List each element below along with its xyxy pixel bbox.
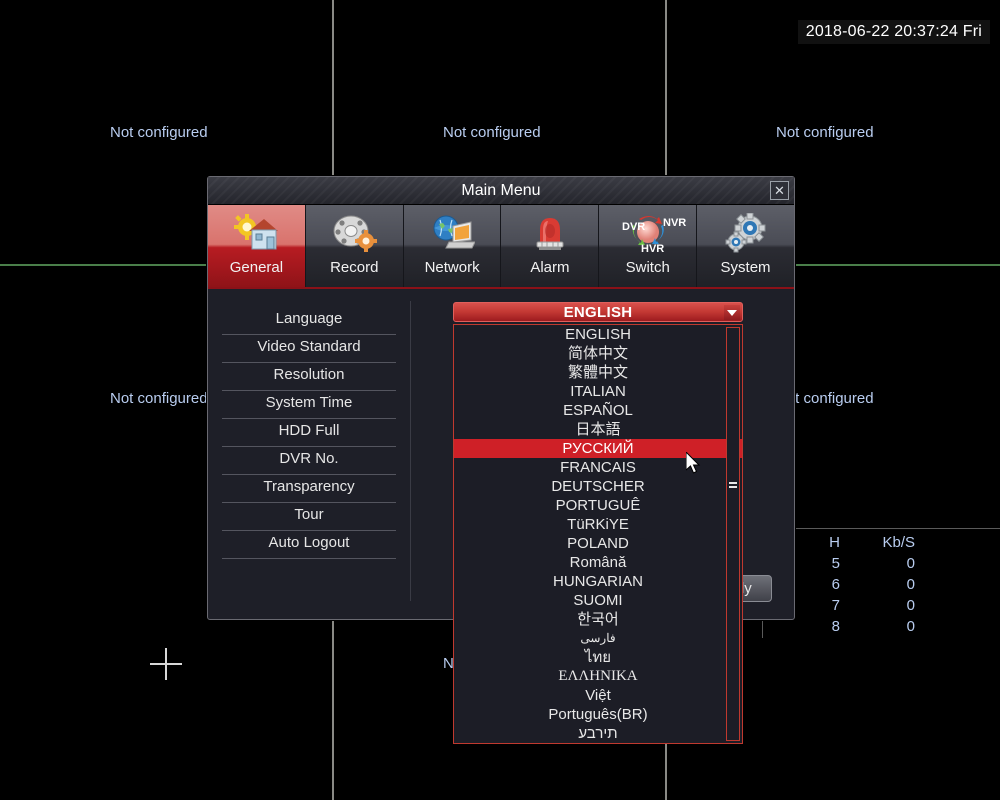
mouse-cursor xyxy=(686,452,701,474)
bitrate-value: 0 xyxy=(906,576,915,593)
setting-item-resolution[interactable]: Resolution xyxy=(214,363,404,391)
tab-general[interactable]: General xyxy=(208,205,306,287)
language-option[interactable]: ENGLISH xyxy=(454,325,742,344)
dropdown-scrollbar[interactable] xyxy=(726,327,740,741)
dialog-titlebar: Main Menu ✕ xyxy=(208,177,794,205)
siren-icon xyxy=(527,208,573,258)
bitrate-channel: 5 xyxy=(831,555,840,572)
tab-label: General xyxy=(229,259,284,276)
language-option[interactable]: PORTUGUÊ xyxy=(454,496,742,515)
bitrate-header-rate: Kb/S xyxy=(882,534,915,551)
globe-laptop-icon xyxy=(429,208,476,258)
disc-gear-icon xyxy=(331,208,378,258)
bitrate-panel-top-border xyxy=(760,528,1000,529)
crosshair-marker xyxy=(150,648,182,680)
dvr-screen: Not configured Not configured Not configur… xyxy=(0,0,1000,800)
bitrate-row: 80 xyxy=(790,616,990,637)
language-dropdown-value: ENGLISH xyxy=(563,304,633,321)
channel-label-4: Not configured xyxy=(110,390,208,407)
language-dropdown-button[interactable]: ENGLISH xyxy=(453,302,743,322)
setting-item-hdd-full[interactable]: HDD Full xyxy=(214,419,404,447)
bitrate-value: 0 xyxy=(906,555,915,572)
setting-item-system-time[interactable]: System Time xyxy=(214,391,404,419)
bitrate-value: 0 xyxy=(906,618,915,635)
tab-label: Alarm xyxy=(530,259,570,276)
language-option[interactable]: ไทย xyxy=(454,648,742,667)
setting-item-transparency[interactable]: Transparency xyxy=(214,475,404,503)
svg-text:NVR: NVR xyxy=(663,217,686,229)
tab-switch[interactable]: DVR NVR HVR Switch xyxy=(599,205,698,287)
tab-label: Record xyxy=(330,259,379,276)
setting-item-dvr-no[interactable]: DVR No. xyxy=(214,447,404,475)
setting-item-video-standard[interactable]: Video Standard xyxy=(214,335,404,363)
language-option[interactable]: TüRKiYE xyxy=(454,515,742,534)
language-option-list[interactable]: ENGLISH 简体中文 繁體中文 ITALIAN ESPAÑOL 日本語 РУССКИЙ F… xyxy=(453,324,743,744)
language-option[interactable]: 한국어 xyxy=(454,610,742,629)
bitrate-value: 0 xyxy=(906,597,915,614)
tab-label: System xyxy=(720,259,771,276)
tab-label: Network xyxy=(424,259,480,276)
system-timestamp: 2018-06-22 20:37:24 Fri xyxy=(797,20,990,44)
bitrate-table: H Kb/S 50607080 xyxy=(790,532,990,637)
language-option[interactable]: ESPAÑOL xyxy=(454,401,742,420)
dialog-title: Main Menu xyxy=(461,182,541,199)
tab-record[interactable]: Record xyxy=(305,205,404,287)
dvr-nvr-hvr-switch-icon: DVR NVR HVR xyxy=(608,208,688,258)
language-dropdown: ENGLISH ENGLISH 简体中文 繁體中文 ITALIAN ESPAÑOL 日本語… xyxy=(453,302,743,744)
house-gear-icon xyxy=(233,208,279,258)
bitrate-row: 70 xyxy=(790,595,990,616)
language-option[interactable]: 简体中文 xyxy=(454,344,742,363)
language-option[interactable]: فارسی xyxy=(454,629,742,648)
language-option[interactable]: EΛΛHNIKA xyxy=(454,667,742,686)
close-icon[interactable]: ✕ xyxy=(770,181,789,200)
setting-item-tour[interactable]: Tour xyxy=(214,503,404,531)
channel-label-3: Not configured xyxy=(776,124,874,141)
language-option[interactable]: 日本語 xyxy=(454,420,742,439)
setting-item-language[interactable]: Language xyxy=(214,307,404,335)
dropdown-scrollbar-thumb[interactable] xyxy=(728,478,738,492)
channel-label-1: Not configured xyxy=(110,124,208,141)
language-option[interactable]: DEUTSCHER xyxy=(454,477,742,496)
bitrate-channel: 8 xyxy=(831,618,840,635)
language-option[interactable]: Română xyxy=(454,553,742,572)
language-option[interactable]: SUOMI xyxy=(454,591,742,610)
setting-item-auto-logout[interactable]: Auto Logout xyxy=(214,531,404,559)
general-settings-sidebar: Language Video Standard Resolution System T… xyxy=(214,297,404,615)
bitrate-row: 50 xyxy=(790,553,990,574)
chevron-down-icon[interactable] xyxy=(724,305,740,320)
tab-system[interactable]: System xyxy=(697,205,794,287)
language-option[interactable]: 繁體中文 xyxy=(454,363,742,382)
bitrate-header-row: H Kb/S xyxy=(790,532,990,553)
tab-alarm[interactable]: Alarm xyxy=(501,205,600,287)
bitrate-row: 60 xyxy=(790,574,990,595)
channel-label-2: Not configured xyxy=(443,124,541,141)
svg-text:DVR: DVR xyxy=(622,221,645,233)
language-option[interactable]: HUNGARIAN xyxy=(454,572,742,591)
bitrate-channel: 7 xyxy=(831,597,840,614)
language-option[interactable]: Việt xyxy=(454,686,742,705)
tab-network[interactable]: Network xyxy=(403,205,502,287)
bitrate-channel: 6 xyxy=(831,576,840,593)
language-option[interactable]: תירבע xyxy=(454,724,742,743)
gears-icon xyxy=(723,208,769,258)
language-option[interactable]: POLAND xyxy=(454,534,742,553)
language-option[interactable]: ITALIAN xyxy=(454,382,742,401)
tab-label: Switch xyxy=(625,259,670,276)
bitrate-header-channel: H xyxy=(829,534,840,551)
svg-text:HVR: HVR xyxy=(641,243,664,253)
language-option[interactable]: Português(BR) xyxy=(454,705,742,724)
main-menu-tabs: General Record Network Alarm DVR NVR HVR… xyxy=(208,205,794,289)
